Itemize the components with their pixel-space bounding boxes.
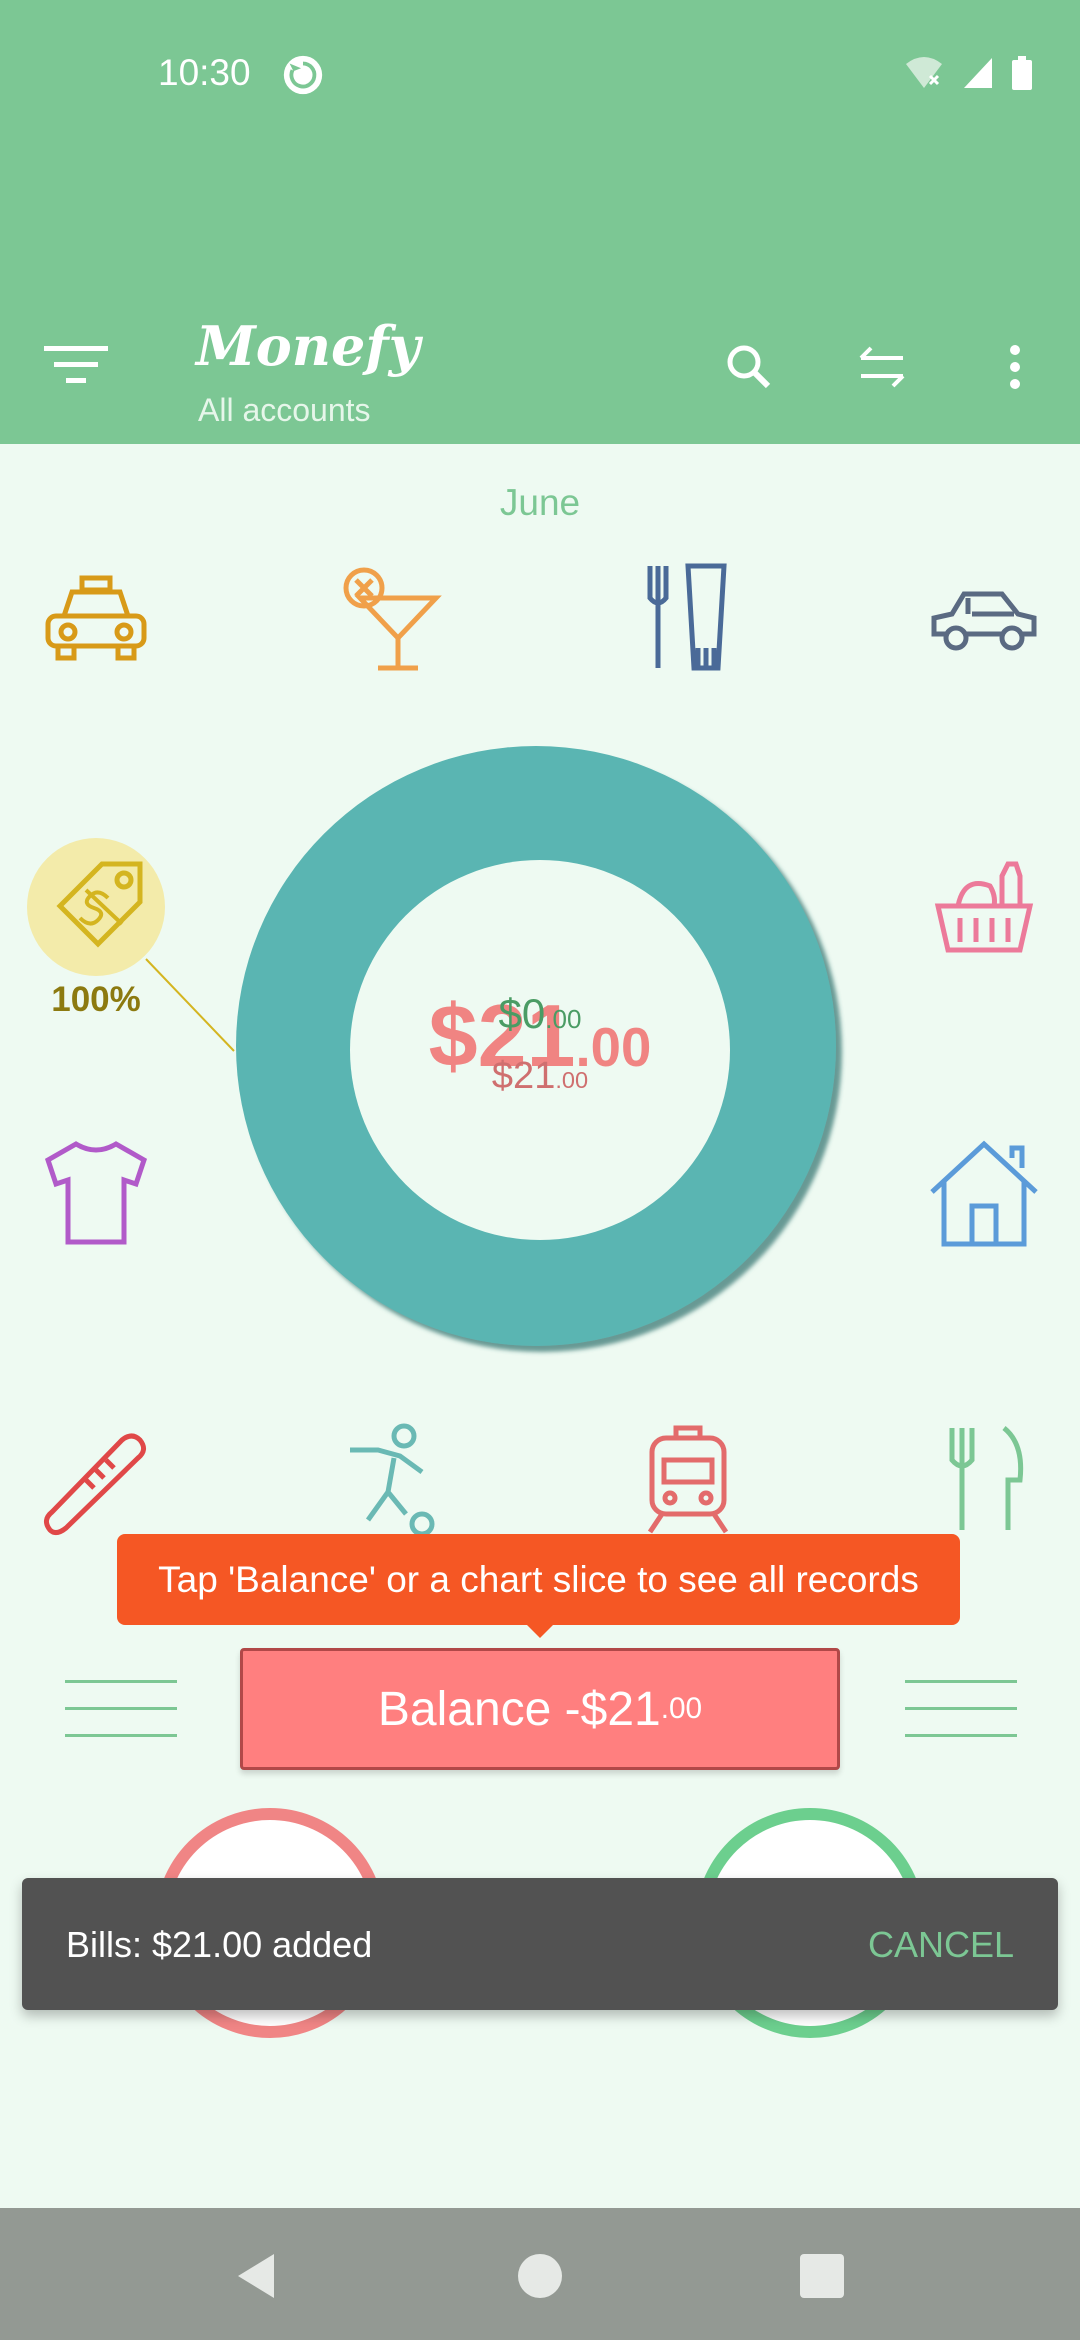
center-expense-main: $21 (491, 1055, 556, 1097)
hint-tooltip[interactable]: Tap 'Balance' or a chart slice to see al… (117, 1534, 960, 1625)
cocktail-icon[interactable] (330, 558, 450, 678)
transfer-icon[interactable] (849, 334, 915, 400)
back-icon[interactable] (230, 2248, 286, 2304)
toiletries-icon[interactable] (628, 558, 748, 678)
expense-list-icon[interactable] (65, 1680, 177, 1738)
status-time: 10:30 (158, 52, 251, 93)
wifi-icon (906, 57, 942, 88)
battery-icon (1012, 56, 1032, 90)
sports-icon[interactable] (330, 1420, 450, 1540)
balance-button[interactable]: Balance -$21.00 (240, 1648, 840, 1770)
taxi-icon[interactable] (36, 560, 156, 680)
more-options-icon[interactable] (982, 334, 1048, 400)
center-income-cents: .00 (545, 1004, 582, 1034)
balance-cents: .00 (660, 1692, 703, 1725)
system-nav-bar (0, 2208, 1080, 2340)
income-list-icon[interactable] (905, 1680, 1017, 1738)
restaurant-icon[interactable] (924, 1420, 1044, 1540)
center-income: $0.00 (330, 990, 750, 1038)
snackbar: Bills: $21.00 added CANCEL (22, 1878, 1058, 2010)
groceries-icon[interactable] (924, 846, 1044, 966)
sync-icon (283, 55, 323, 95)
period-label[interactable]: June (0, 482, 1080, 524)
app-header: 10:30 Monefy All accounts (0, 0, 1080, 444)
home-icon[interactable] (512, 2248, 568, 2304)
tooltip-arrow (526, 1624, 554, 1638)
status-icons (904, 56, 1032, 90)
signal-icon (964, 58, 992, 88)
snackbar-message: Bills: $21.00 added (66, 1924, 373, 1965)
center-expense: $21.00 (330, 1055, 750, 1098)
balance-label: Balance -$21 (377, 1682, 661, 1736)
house-icon[interactable] (924, 1132, 1044, 1252)
center-expense-cents: .00 (555, 1067, 589, 1093)
transport-train-icon[interactable] (628, 1420, 748, 1540)
recents-icon[interactable] (794, 2248, 850, 2304)
car-icon[interactable] (924, 560, 1044, 680)
account-selector[interactable]: All accounts (198, 392, 371, 429)
search-icon[interactable] (716, 334, 782, 400)
snackbar-cancel-button[interactable]: CANCEL (868, 1924, 1014, 1966)
bills-percent: 100% (51, 980, 141, 1019)
center-income-main: $0 (498, 990, 546, 1037)
filter-menu-icon[interactable] (40, 340, 116, 390)
health-thermometer-icon[interactable] (36, 1420, 156, 1540)
app-title: Monefy (196, 314, 421, 378)
price-tag-icon[interactable] (36, 846, 156, 966)
clothes-icon[interactable] (36, 1132, 156, 1252)
